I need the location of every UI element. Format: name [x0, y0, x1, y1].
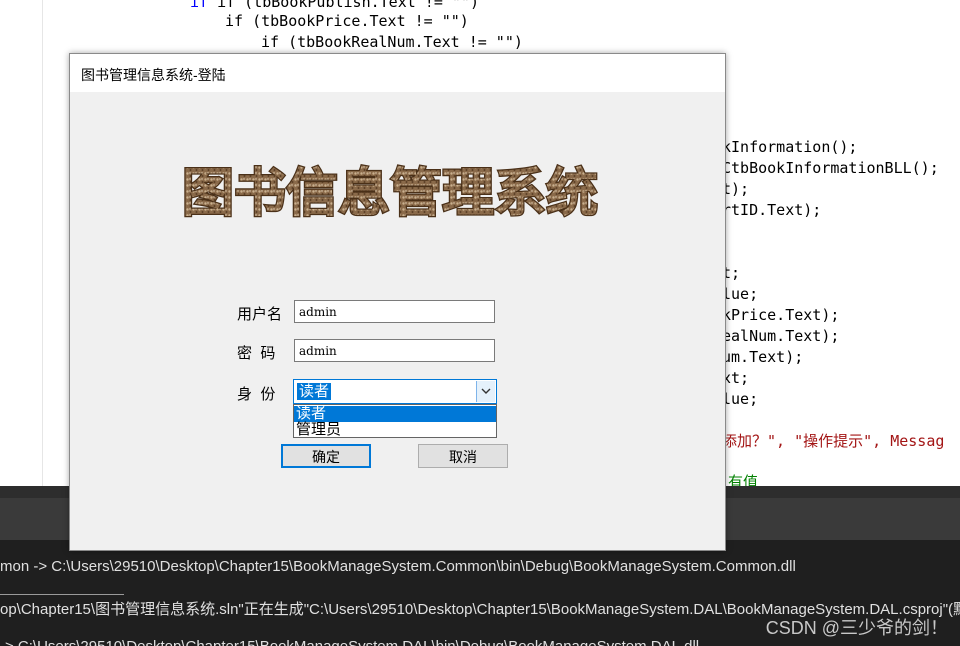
code-line: 有值 — [728, 473, 759, 486]
output-separator — [0, 594, 124, 595]
code-line: ealNum.Text); — [722, 327, 840, 345]
code-line: xt; — [722, 369, 750, 387]
code-line: CtbBookInformationBLL(); — [722, 159, 939, 177]
code-line: um.Text); — [722, 348, 804, 366]
output-line: -> C:\Users\29510\Desktop\Chapter15\Book… — [0, 638, 699, 646]
role-option-reader[interactable]: 读者 — [294, 406, 496, 422]
dialog-titlebar[interactable]: 图书管理信息系统-登陆 — [70, 54, 725, 92]
code-line: if if (tbBookPublish.Text != "") — [190, 0, 479, 11]
output-line: mon -> C:\Users\29510\Desktop\Chapter15\… — [0, 558, 796, 575]
login-dialog: 图书管理信息系统-登陆 图书信息管理系统 用户名 密 码 身 份 确定 取消 — [69, 53, 726, 551]
code-line: t); — [722, 180, 750, 198]
code-line: rtID.Text); — [722, 201, 822, 219]
system-logo: 图书信息管理系统 — [181, 163, 600, 224]
code-line: lue; — [722, 285, 759, 303]
code-line: kPrice.Text); — [722, 306, 840, 324]
username-label: 用户名 — [237, 306, 283, 323]
role-dropdown-button[interactable] — [476, 381, 495, 402]
role-label: 身 份 — [237, 386, 276, 403]
password-label: 密 码 — [237, 345, 276, 362]
username-field[interactable] — [294, 300, 495, 323]
role-selected-value: 读者 — [297, 383, 332, 400]
dialog-title: 图书管理信息系统-登陆 — [81, 67, 226, 83]
cancel-button[interactable]: 取消 — [418, 444, 508, 468]
role-dropdown-list: 读者 管理员 — [293, 404, 497, 438]
watermark: CSDN @三少爷的剑！ — [765, 618, 948, 638]
password-field[interactable] — [294, 339, 495, 362]
code-line: lue; — [722, 390, 759, 408]
editor-gutter-divider — [42, 0, 43, 486]
code-line: if (tbBookPrice.Text != "") — [225, 12, 469, 30]
ok-button[interactable]: 确定 — [281, 444, 371, 468]
code-line: 添加？", "操作提示", Messag — [722, 432, 945, 450]
role-option-admin[interactable]: 管理员 — [294, 422, 496, 438]
chevron-down-icon — [481, 388, 491, 394]
code-line: if (tbBookRealNum.Text != "") — [261, 33, 523, 51]
logo-text: 图书信息管理系统 — [182, 164, 598, 224]
code-line: kInformation(); — [722, 138, 858, 156]
role-select[interactable]: 读者 — [293, 379, 497, 404]
